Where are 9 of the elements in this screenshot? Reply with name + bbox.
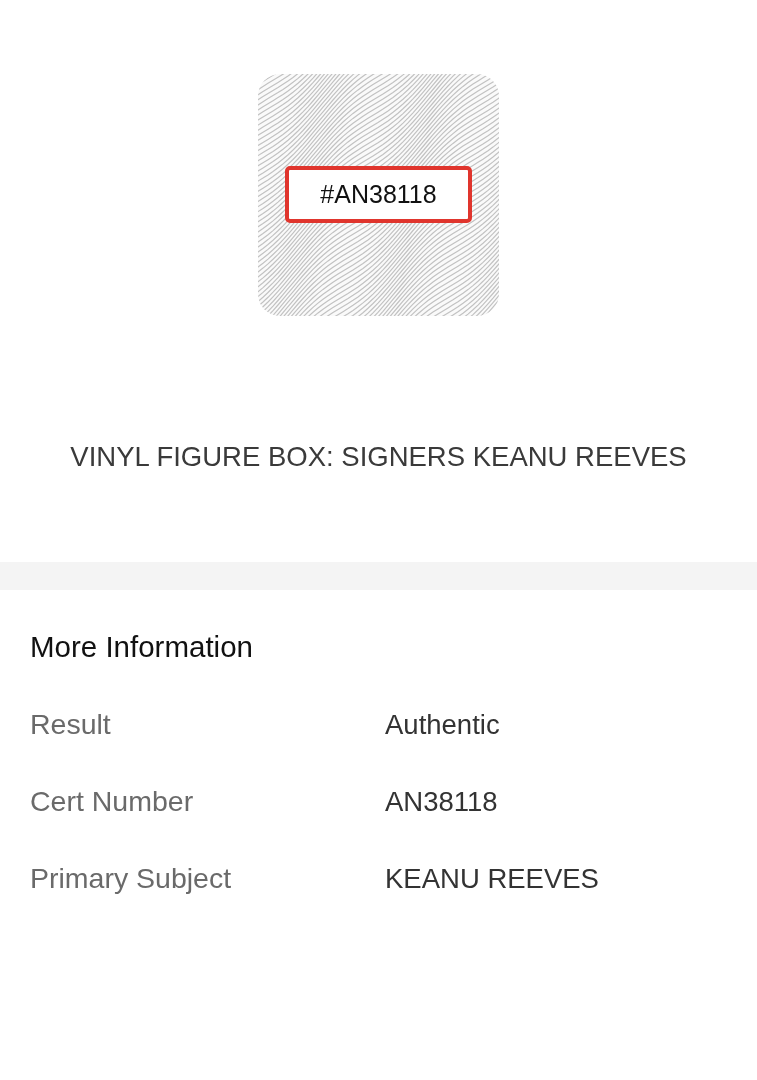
section-heading: More Information — [30, 629, 253, 665]
cert-number-label: #AN38118 — [285, 166, 472, 223]
info-value: KEANU REEVES — [385, 862, 599, 895]
info-value: Authentic — [385, 708, 500, 741]
product-title: VINYL FIGURE BOX: SIGNERS KEANU REEVES — [70, 441, 687, 473]
info-value: AN38118 — [385, 785, 498, 818]
info-label: Result — [30, 708, 111, 740]
info-label: Primary Subject — [30, 862, 232, 894]
info-label: Cert Number — [30, 785, 194, 817]
